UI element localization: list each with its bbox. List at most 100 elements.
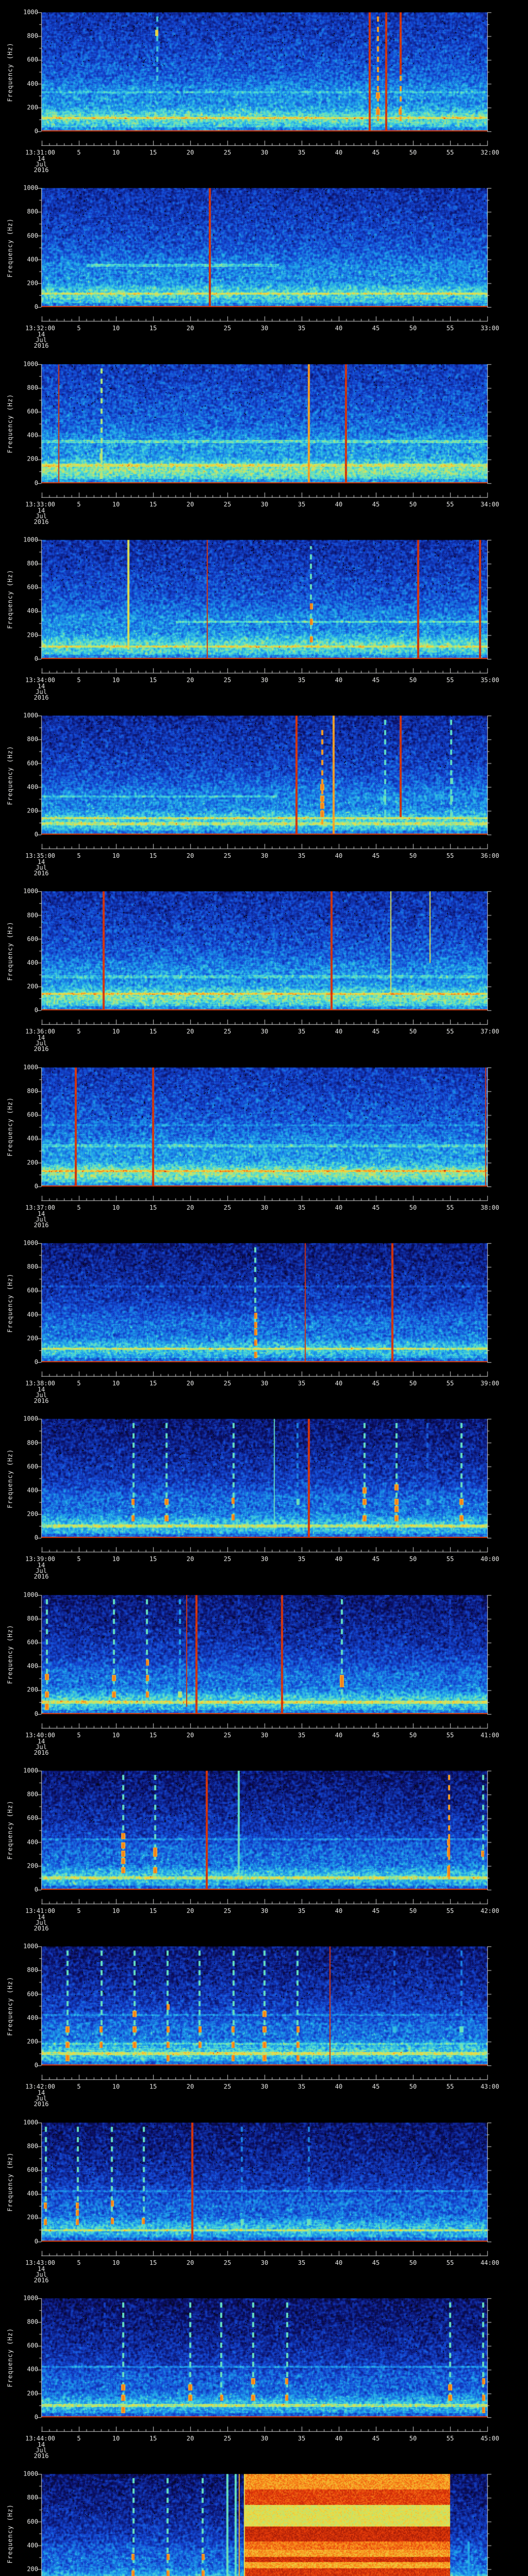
date-label: 2016 (34, 342, 49, 350)
spectrogram-canvas (0, 2462, 528, 2576)
x-tick-label: 55 (446, 1555, 454, 1563)
y-tick-label: 1000 (23, 2470, 38, 2478)
x-tick-label: 20 (186, 2434, 194, 2442)
x-tick-label: 45 (372, 2434, 380, 2442)
y-tick-label: 0 (34, 1534, 38, 1541)
y-tick-label: 600 (27, 1638, 38, 1646)
x-tick-label: 15 (149, 2259, 157, 2266)
x-tick-label: 40 (335, 500, 343, 508)
y-tick-label: 0 (34, 1006, 38, 1014)
x-tick-label: 50 (409, 676, 417, 684)
x-tick-label: 30 (260, 1555, 269, 1563)
x-tick-label: 34:00 (480, 500, 500, 508)
x-tick-label: 35 (298, 2434, 306, 2442)
y-axis-label: Frequency (Hz) (6, 2152, 14, 2212)
y-tick-label: 0 (34, 127, 38, 135)
y-tick-label: 400 (27, 2365, 38, 2373)
y-tick-label: 0 (34, 831, 38, 838)
date-label: 2016 (34, 1573, 49, 1581)
y-axis-label: Frequency (Hz) (6, 745, 14, 805)
y-axis-label: Frequency (Hz) (6, 42, 14, 102)
x-tick-label: 10 (112, 2083, 120, 2091)
x-tick-label: 40 (335, 1555, 343, 1563)
y-tick-label: 0 (34, 655, 38, 663)
y-tick-label: 600 (27, 2342, 38, 2349)
y-tick-label: 200 (27, 982, 38, 990)
x-tick-label: 55 (446, 2434, 454, 2442)
y-tick-label: 0 (34, 1886, 38, 1893)
x-tick-label: 25 (223, 852, 232, 860)
spectrogram-panel-9: Frequency (Hz) 0 200 400 600 800 1000 13:39:00 5… (0, 1406, 528, 1583)
x-tick-label: 35 (298, 852, 306, 860)
y-tick-label: 400 (27, 607, 38, 615)
x-tick-label: 55 (446, 1204, 454, 1211)
x-tick-label: 25 (223, 1380, 232, 1387)
x-tick-label: 20 (186, 1028, 194, 1036)
x-tick-label: 5 (77, 1731, 81, 1739)
y-tick-label: 200 (27, 1334, 38, 1342)
x-tick-label: 30 (260, 1907, 269, 1914)
x-tick-label: 45 (372, 852, 380, 860)
x-tick-label: 10 (112, 325, 120, 332)
x-tick-label: 35 (298, 1555, 306, 1563)
date-label: 2016 (34, 1749, 49, 1756)
spectrogram-panel-1: Frequency (Hz) 0 200 400 600 800 1000 13:31:00 5… (0, 0, 528, 176)
x-tick-label: 55 (446, 2259, 454, 2266)
y-tick-label: 1000 (23, 2119, 38, 2126)
x-tick-label: 55 (446, 1028, 454, 1036)
y-tick-label: 400 (27, 256, 38, 263)
spectrogram-panel-13: Frequency (Hz) 0 200 400 600 800 1000 13:43:00 5… (0, 2110, 528, 2286)
x-tick-label: 45 (372, 1204, 380, 1211)
y-tick-label: 200 (27, 2038, 38, 2045)
y-tick-label: 400 (27, 1311, 38, 1318)
y-tick-label: 200 (27, 2565, 38, 2573)
x-tick-label: 25 (223, 2434, 232, 2442)
y-tick-label: 0 (34, 2413, 38, 2421)
x-tick-label: 35 (298, 1204, 306, 1211)
x-tick-label: 35 (298, 500, 306, 508)
y-tick-label: 400 (27, 1486, 38, 1494)
x-tick-label: 35 (298, 1907, 306, 1914)
x-tick-label: 20 (186, 1907, 194, 1914)
x-tick-label: 45 (372, 1028, 380, 1036)
y-tick-label: 800 (27, 2142, 38, 2150)
x-tick-label: 30 (260, 325, 269, 332)
x-tick-label: 20 (186, 1204, 194, 1211)
y-tick-label: 200 (27, 1862, 38, 1870)
x-tick-label: 10 (112, 852, 120, 860)
y-tick-label: 600 (27, 408, 38, 415)
y-tick-label: 600 (27, 583, 38, 591)
y-tick-label: 1000 (23, 1591, 38, 1599)
x-tick-label: 5 (77, 852, 81, 860)
spectrogram-panel-5: Frequency (Hz) 0 200 400 600 800 1000 13:35:00 5… (0, 703, 528, 880)
date-label: 2016 (34, 1045, 49, 1053)
date-label: 2016 (34, 1924, 49, 1932)
x-tick-label: 20 (186, 500, 194, 508)
x-tick-label: 15 (149, 1907, 157, 1914)
date-label: 2016 (34, 1221, 49, 1229)
x-tick-label: 5 (77, 325, 81, 332)
y-axis-label: Frequency (Hz) (6, 1624, 14, 1684)
x-tick-label: 32:00 (480, 149, 500, 156)
x-tick-label: 40 (335, 1907, 343, 1914)
y-tick-label: 800 (27, 2494, 38, 2501)
x-tick-label: 15 (149, 676, 157, 684)
y-tick-label: 0 (34, 1182, 38, 1190)
y-axis-label: Frequency (Hz) (6, 1273, 14, 1333)
y-tick-label: 600 (27, 1814, 38, 1822)
y-tick-label: 0 (34, 479, 38, 487)
x-tick-label: 50 (409, 1028, 417, 1036)
x-tick-label: 15 (149, 1555, 157, 1563)
x-tick-label: 30 (260, 2434, 269, 2442)
x-tick-label: 25 (223, 1028, 232, 1036)
x-tick-label: 35:00 (480, 676, 500, 684)
x-tick-label: 5 (77, 1380, 81, 1387)
x-tick-label: 50 (409, 1380, 417, 1387)
y-axis-label: Frequency (Hz) (6, 394, 14, 453)
spectrogram-panel-4: Frequency (Hz) 0 200 400 600 800 1000 13:34:00 5… (0, 527, 528, 704)
x-tick-label: 5 (77, 676, 81, 684)
x-tick-label: 5 (77, 1907, 81, 1914)
y-tick-label: 1000 (23, 1063, 38, 1071)
y-tick-label: 600 (27, 2518, 38, 2525)
y-tick-label: 200 (27, 1159, 38, 1166)
